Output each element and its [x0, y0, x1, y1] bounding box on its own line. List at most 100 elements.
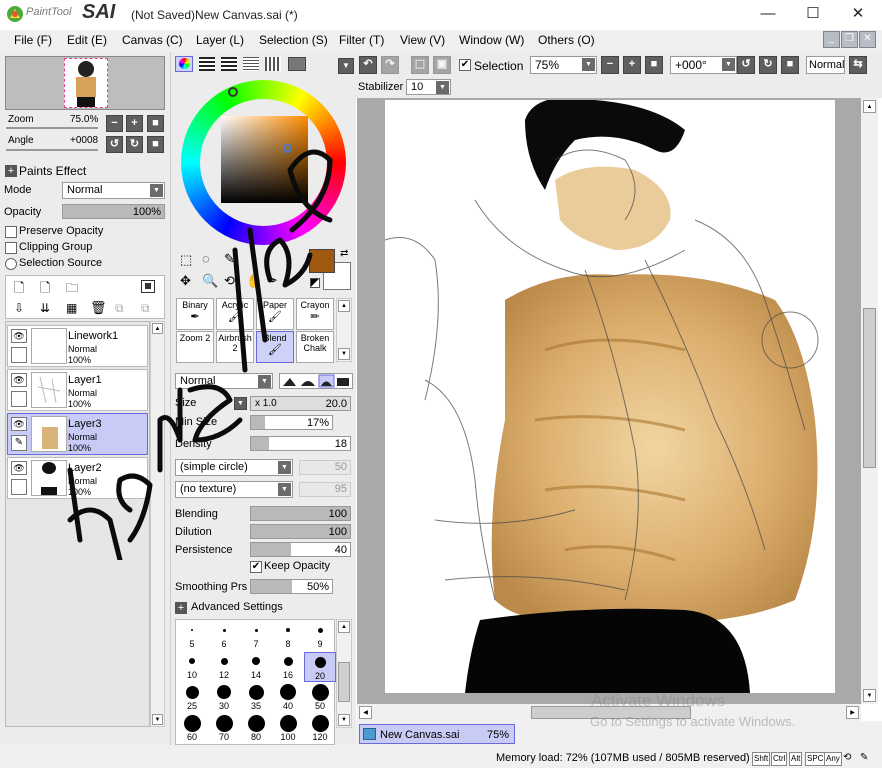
redo-button[interactable]: ↷ [381, 56, 399, 74]
undo-button[interactable]: ↶ [359, 56, 377, 74]
canvas-zoom-out-button[interactable]: − [601, 56, 619, 74]
brush-size-10[interactable]: 10 [176, 652, 208, 682]
menu-file[interactable]: File (F) [14, 33, 52, 47]
brush-size-16[interactable]: 16 [272, 652, 304, 682]
eye-icon[interactable]: 👁 [11, 329, 27, 343]
smoothing-bar[interactable]: 50% [250, 579, 333, 594]
hsv-slider-tab-icon[interactable] [221, 57, 237, 71]
canvas-rotate-reset-button[interactable]: ■ [781, 56, 799, 74]
eye-icon[interactable]: 👁 [11, 417, 27, 431]
invert-selection-button[interactable]: ▣ [433, 56, 451, 74]
scratchpad-tab-icon[interactable] [288, 57, 306, 71]
brush-size-60[interactable]: 60 [176, 714, 208, 744]
canvas-zoom-select[interactable]: 75% ▼ [530, 56, 597, 74]
brush-size-9[interactable]: 9 [304, 621, 336, 651]
canvas-angle-select[interactable]: +000° ▼ [670, 56, 737, 74]
selection-label: Selection [474, 59, 524, 73]
deselect-button[interactable]: ⬚ [411, 56, 429, 74]
zoom-out-button[interactable]: − [106, 115, 123, 132]
eye-icon[interactable]: 👁 [11, 461, 27, 475]
zoom-in-button[interactable]: + [126, 115, 143, 132]
navigator-preview[interactable] [5, 56, 165, 110]
brush-dot-icon [189, 658, 195, 664]
preserve-opacity-checkbox[interactable] [5, 226, 17, 238]
color-circle-tab-icon[interactable] [243, 57, 259, 71]
mdi-close-icon[interactable]: ✕ [859, 31, 876, 48]
brush-size-7[interactable]: 7 [240, 621, 272, 651]
hue-marker[interactable] [228, 87, 238, 97]
swap-colors-icon[interactable]: ⇄ [340, 248, 348, 259]
brush-size-30[interactable]: 30 [208, 683, 240, 713]
canvas-zoom-in-button[interactable]: + [623, 56, 641, 74]
canvas-tab[interactable]: New Canvas.sai 75% [359, 724, 515, 744]
brush-size-8[interactable]: 8 [272, 621, 304, 651]
chevron-down-icon[interactable]: ▼ [338, 58, 354, 74]
zoom-reset-button[interactable]: ■ [147, 115, 164, 132]
brush-size-70[interactable]: 70 [208, 714, 240, 744]
brush-size-label: 25 [186, 701, 197, 711]
flip-horizontal-button[interactable]: ⇆ [849, 56, 867, 74]
brush-icon[interactable]: ✎ [11, 435, 27, 451]
canvas-vertical-scrollbar[interactable]: ▲ ▼ [861, 98, 878, 704]
maximize-button[interactable]: ☐ [802, 4, 824, 26]
transfer-down-icon[interactable]: ⇩ [14, 301, 24, 315]
any-key-indicator[interactable]: Any [824, 752, 842, 766]
alt-key-indicator[interactable]: Alt [789, 752, 803, 766]
color-wheel-tab-icon[interactable] [175, 56, 193, 72]
brush-size-14[interactable]: 14 [240, 652, 272, 682]
pen-pressure-icon[interactable]: ✎ [860, 752, 868, 763]
rgb-slider-tab-icon[interactable] [199, 57, 215, 71]
brush-size-120[interactable]: 120 [304, 714, 336, 744]
layer-lock-toggle[interactable] [11, 347, 27, 363]
canvas-rotate-right-button[interactable]: ↻ [759, 56, 777, 74]
brush-size-35[interactable]: 35 [240, 683, 272, 713]
brush-grid-scrollbar[interactable]: ▲ ▼ [336, 619, 352, 728]
zoom-slider[interactable] [6, 127, 98, 129]
selection-checkbox[interactable]: ✔ [459, 59, 471, 71]
layer-lock-toggle[interactable] [11, 479, 27, 495]
menu-selection[interactable]: Selection (S) [259, 33, 328, 47]
menu-view[interactable]: View (V) [400, 33, 445, 47]
canvas-blend-mode[interactable]: Normal [806, 56, 845, 74]
advanced-settings-expand-icon[interactable]: + [175, 602, 187, 614]
menu-others[interactable]: Others (O) [538, 33, 595, 47]
brush-size-6[interactable]: 6 [208, 621, 240, 651]
app-logo-icon [6, 5, 24, 23]
angle-reset-icon[interactable]: ⟲ [843, 752, 851, 763]
brush-size-50[interactable]: 50 [304, 683, 336, 713]
new-layer-icon[interactable]: 🗋 [14, 279, 24, 301]
mdi-minimize-icon[interactable]: _ [823, 31, 840, 48]
menu-canvas[interactable]: Canvas (C) [122, 33, 183, 47]
drawing-canvas[interactable] [385, 100, 835, 693]
brush-size-25[interactable]: 25 [176, 683, 208, 713]
mdi-restore-icon[interactable]: ❐ [841, 31, 858, 48]
brush-size-100[interactable]: 100 [272, 714, 304, 744]
canvas-rotate-left-button[interactable]: ↺ [737, 56, 755, 74]
stabilizer-select[interactable]: 10 ▼ [406, 79, 451, 95]
brush-size-label: 120 [312, 732, 328, 742]
activation-watermark-title: Activate Windows [591, 691, 726, 710]
menu-edit[interactable]: Edit (E) [67, 33, 107, 47]
brush-size-5[interactable]: 5 [176, 621, 208, 651]
brush-size-12[interactable]: 12 [208, 652, 240, 682]
space-key-indicator[interactable]: SPC [805, 752, 826, 766]
shift-key-indicator[interactable]: Shft [752, 752, 771, 766]
selection-source-radio[interactable] [5, 258, 17, 270]
minimize-button[interactable]: — [757, 4, 779, 26]
canvas-zoom-reset-button[interactable]: ■ [645, 56, 663, 74]
clipping-group-checkbox[interactable] [5, 242, 17, 254]
menu-filter[interactable]: Filter (T) [339, 33, 384, 47]
close-button[interactable]: ✕ [847, 4, 869, 26]
brush-size-80[interactable]: 80 [240, 714, 272, 744]
layer-lock-toggle[interactable] [11, 391, 27, 407]
swatches-tab-icon[interactable] [265, 57, 281, 71]
brush-size-label: 100 [280, 732, 296, 742]
keep-opacity-checkbox[interactable]: ✔ [250, 561, 262, 573]
menu-window[interactable]: Window (W) [459, 33, 524, 47]
ctrl-key-indicator[interactable]: Ctrl [771, 752, 788, 766]
eye-icon[interactable]: 👁 [11, 373, 27, 387]
brush-size-40[interactable]: 40 [272, 683, 304, 713]
brush-size-20[interactable]: 20 [304, 652, 336, 682]
menu-layer[interactable]: Layer (L) [196, 33, 244, 47]
paints-effect-expand-icon[interactable]: + [5, 165, 17, 177]
